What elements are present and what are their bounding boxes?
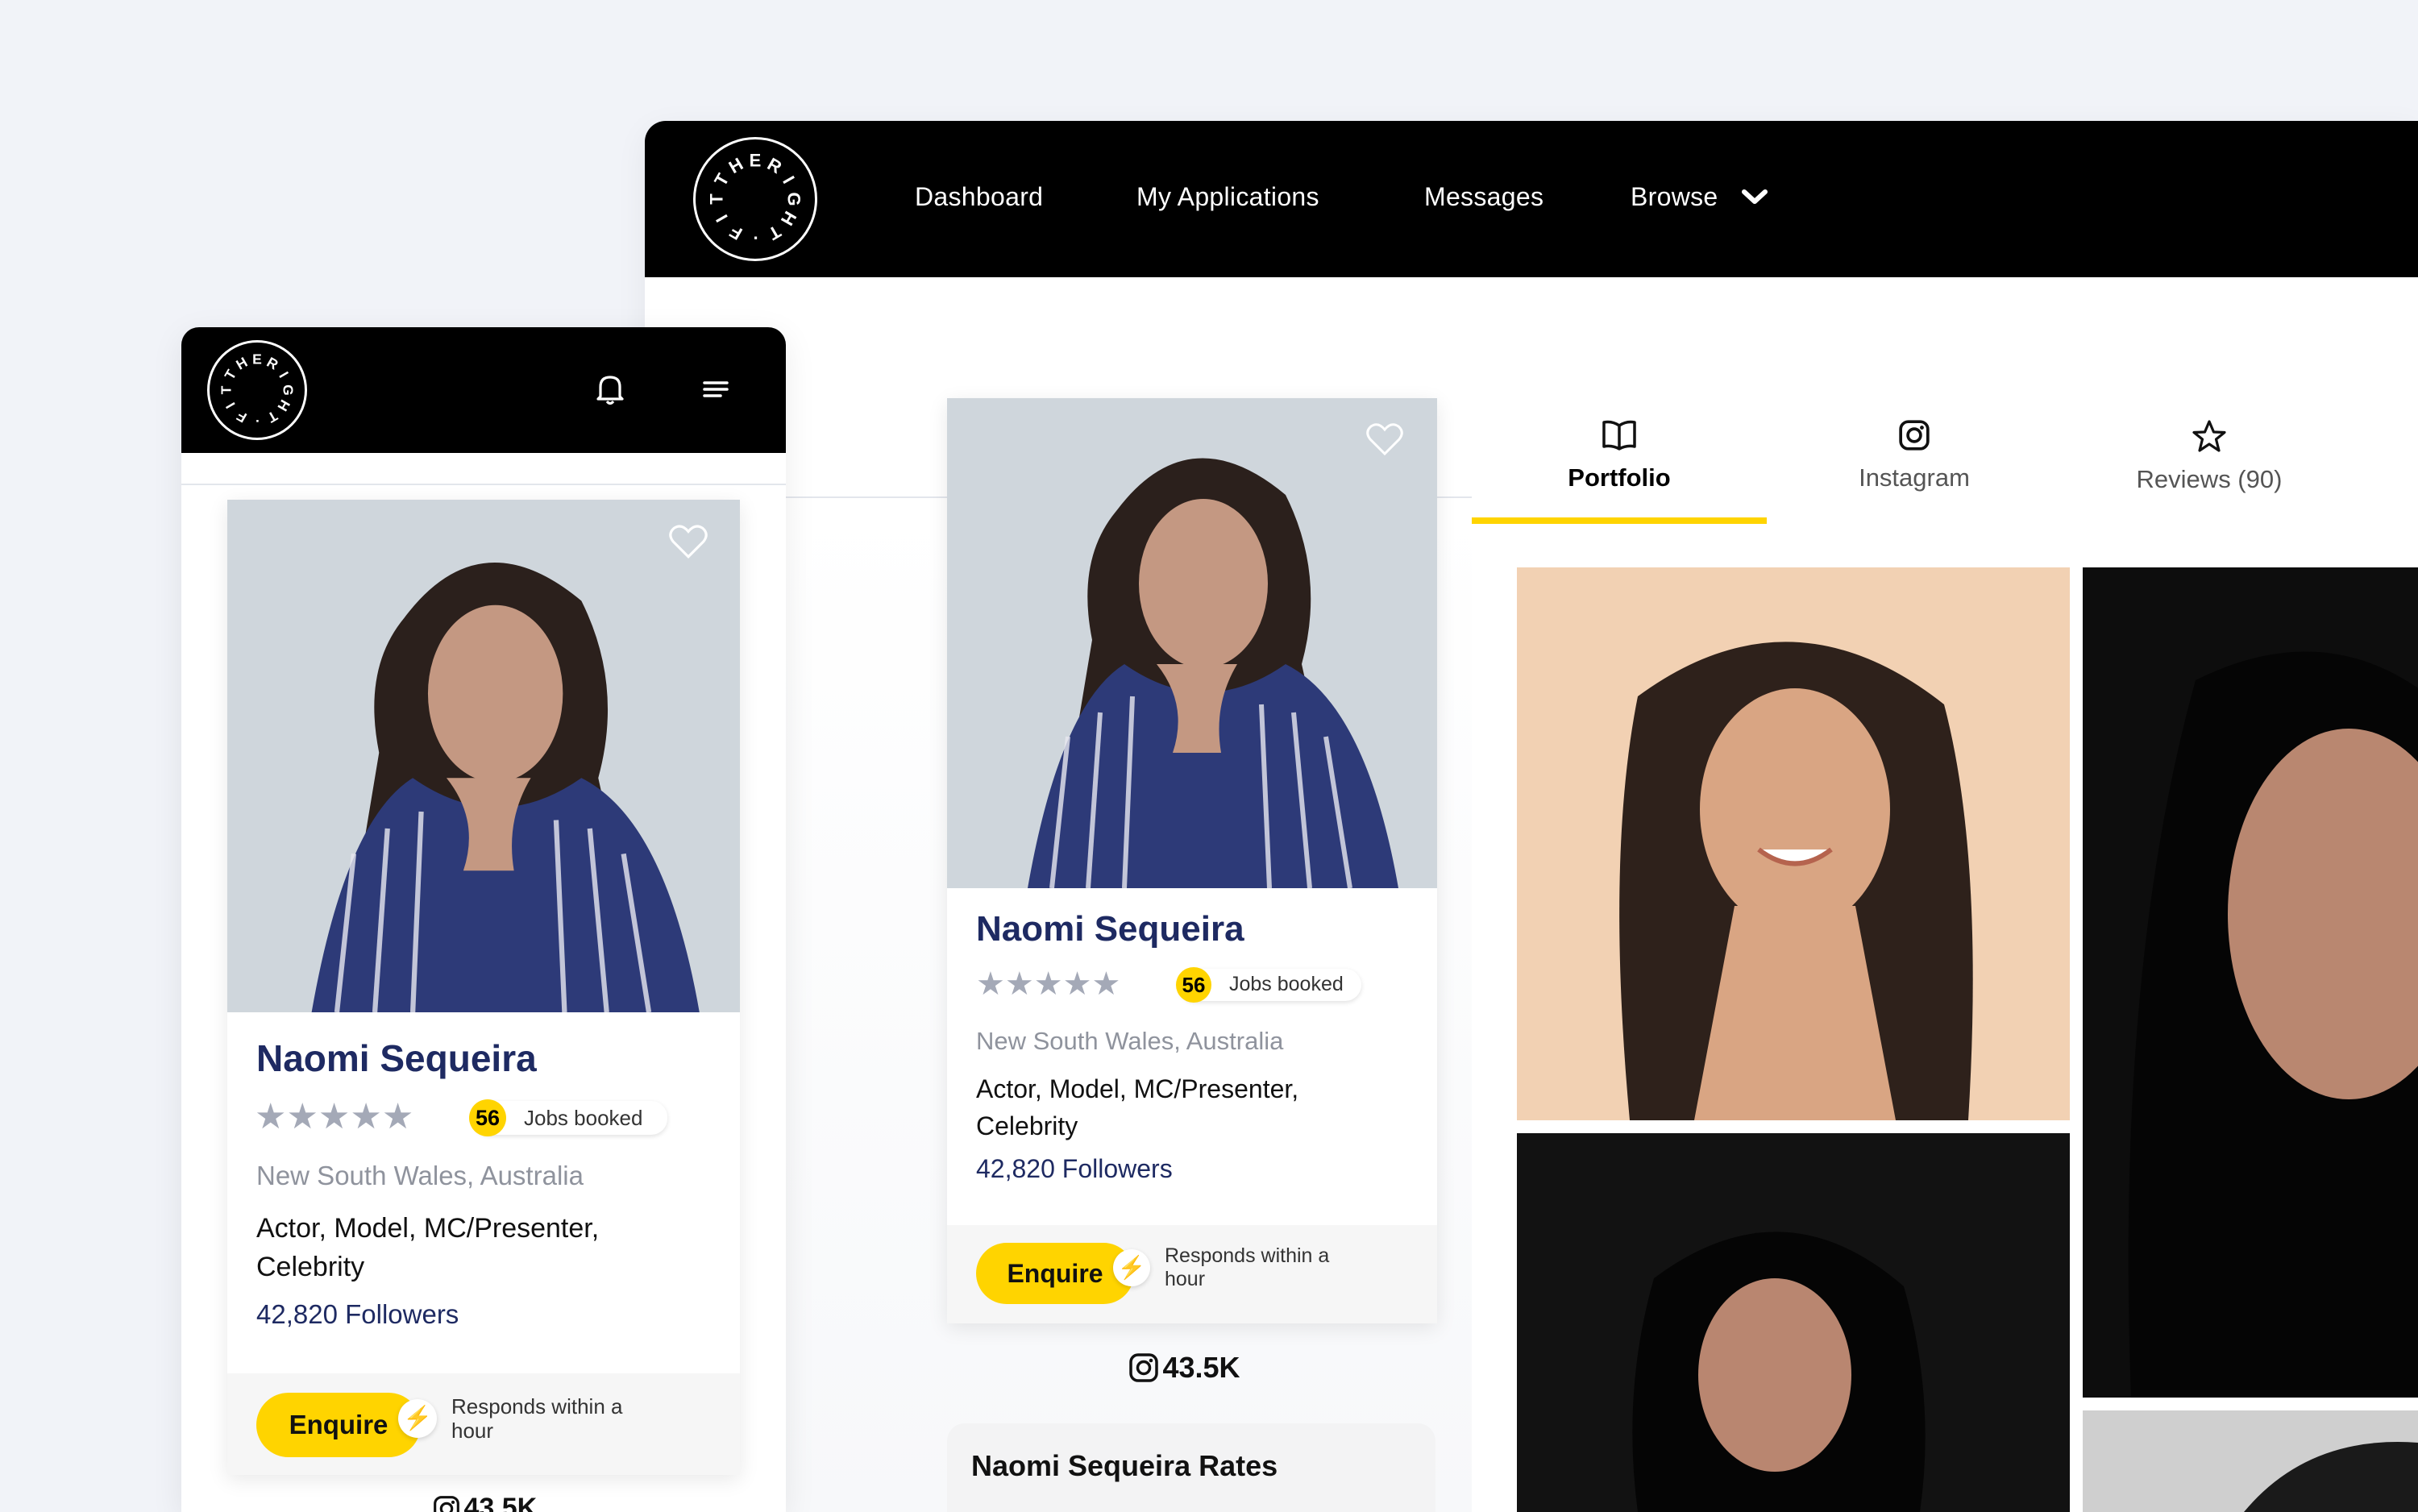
profile-location: New South Wales, Australia [976, 1027, 1284, 1055]
star-icon: ★ [1091, 966, 1121, 1002]
tab-label: Reviews (90) [2136, 465, 2283, 493]
instagram-count[interactable]: 43.5K [1128, 1351, 1240, 1388]
tab-portfolio[interactable]: Portfolio [1472, 419, 1767, 524]
star-icon: ★ [1062, 966, 1092, 1002]
logo-letter: E [252, 351, 262, 368]
brand-logo[interactable]: T H E R I G H T · F I T [207, 340, 307, 440]
portfolio-photo[interactable] [2083, 567, 2418, 1398]
star-icon: ★ [255, 1097, 287, 1136]
portfolio-photo-art [1517, 1133, 2070, 1512]
profile-followers: 42,820 Followers [976, 1154, 1173, 1183]
lightning-icon: ⚡ [1113, 1249, 1150, 1286]
tab-instagram[interactable]: Instagram [1767, 419, 2062, 524]
instagram-count-value: 43.5K [1162, 1351, 1240, 1384]
instagram-icon [434, 1495, 459, 1512]
logo-letter: · [255, 413, 260, 429]
book-icon [1602, 420, 1636, 451]
instagram-count-value: 43.5K [463, 1493, 538, 1512]
tab-label: Instagram [1859, 463, 1970, 492]
logo-letter: · [752, 228, 758, 248]
portfolio-photo[interactable] [1517, 1133, 2070, 1512]
nav-my-applications[interactable]: My Applications [1136, 182, 1319, 212]
mobile-subbar [181, 453, 786, 485]
responds-text: Responds within a hour [1165, 1244, 1330, 1290]
bell-icon[interactable] [596, 372, 625, 406]
active-tab-indicator [1472, 517, 1767, 524]
enquire-button[interactable]: Enquire [976, 1243, 1134, 1304]
jobs-count-badge: 56 [1176, 967, 1211, 1003]
rating-stars: ★★★★★ [255, 1096, 413, 1136]
portfolio-photo-art [1517, 567, 2070, 1120]
profile-card: Naomi Sequeira ★★★★★ Jobs booked 56 New … [947, 398, 1437, 1323]
logo-mark: TH E RIGHT·FIT [699, 143, 812, 255]
logo-letter: G [280, 384, 296, 396]
top-navbar: T H E R I G H T · F I T Dashboard My Applications M… [645, 121, 2418, 277]
star-icon: ★ [381, 1097, 414, 1136]
star-icon: ★ [1033, 966, 1063, 1002]
star-icon: ★ [318, 1097, 351, 1136]
jobs-count-badge: 56 [469, 1099, 506, 1136]
profile-location: New South Wales, Australia [256, 1161, 584, 1190]
portfolio-photo-art [2083, 567, 2418, 1398]
profile-followers: 42,820 Followers [256, 1299, 459, 1329]
profile-photo[interactable] [227, 500, 740, 1012]
nav-messages[interactable]: Messages [1424, 182, 1543, 212]
profile-card: Naomi Sequeira ★★★★★ Jobs booked 56 New … [227, 500, 740, 1475]
portfolio-photo-art [2083, 1410, 2418, 1512]
brand-logo[interactable]: T H E R I G H T · F I T [693, 137, 817, 261]
star-icon: ★ [1004, 966, 1034, 1002]
menu-icon[interactable] [701, 377, 730, 401]
lightning-icon: ⚡ [398, 1399, 437, 1438]
favorite-heart-icon[interactable] [1366, 422, 1403, 456]
profile-photo[interactable] [947, 398, 1437, 888]
profile-roles: Actor, Model, MC/Presenter, Celebrity [256, 1213, 600, 1282]
profile-name[interactable]: Naomi Sequeira [976, 909, 1244, 949]
nav-browse[interactable]: Browse [1631, 182, 1718, 212]
logo-letter: T [707, 193, 727, 205]
logo-mark: TH E RIGHT·FIT [212, 345, 302, 435]
favorite-heart-icon[interactable] [669, 524, 708, 559]
logo-letter: T [218, 385, 235, 394]
profile-photo-art [227, 500, 740, 1012]
tab-label: Portfolio [1568, 463, 1671, 492]
profile-name[interactable]: Naomi Sequeira [256, 1036, 537, 1080]
portfolio-photo[interactable] [1517, 567, 2070, 1120]
star-icon: ★ [350, 1097, 382, 1136]
desktop-window: T H E R I G H T · F I T Dashboard My Applications M… [645, 121, 2418, 1512]
profile-roles: Actor, Model, MC/Presenter, Celebrity [976, 1074, 1299, 1140]
instagram-count[interactable]: 43.5K [433, 1493, 537, 1512]
rating-stars: ★★★★★ [976, 966, 1120, 1002]
portfolio-photo[interactable] [2083, 1410, 2418, 1512]
rates-title: Naomi Sequeira Rates [971, 1449, 1278, 1482]
nav-dashboard[interactable]: Dashboard [915, 182, 1043, 212]
profile-photo-art [947, 398, 1437, 888]
chevron-down-icon[interactable] [1741, 189, 1768, 206]
logo-letter: G [784, 192, 804, 206]
tab-reviews[interactable]: Reviews (90) [2062, 419, 2357, 524]
instagram-icon [1899, 420, 1930, 451]
rates-section: Naomi Sequeira Rates [947, 1423, 1435, 1512]
mobile-window: T H E R I G H T · F I T Naomi Sequeira ★… [181, 327, 786, 1512]
star-icon: ★ [976, 966, 1005, 1002]
enquire-button[interactable]: Enquire [256, 1393, 421, 1457]
star-icon [2192, 420, 2226, 452]
star-icon: ★ [286, 1097, 318, 1136]
logo-letter: E [750, 151, 762, 171]
mobile-navbar: T H E R I G H T · F I T [181, 327, 786, 453]
responds-text: Responds within a hour [451, 1394, 623, 1443]
instagram-icon [1129, 1353, 1158, 1382]
